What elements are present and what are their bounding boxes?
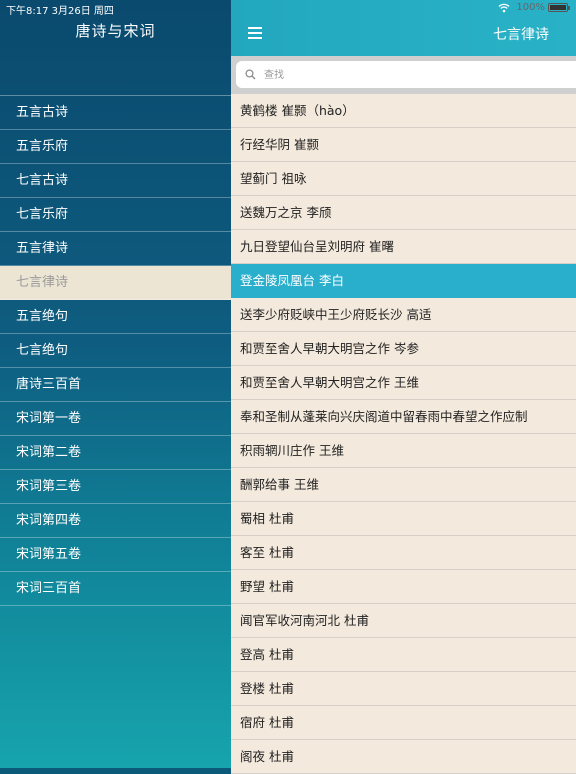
sidebar-item[interactable]: 唐诗三百首 [0,368,231,402]
list-item[interactable]: 和贾至舍人早朝大明宫之作 岑参 [231,332,576,366]
battery-indicator: 100% [516,2,570,13]
sidebar: 唐诗与宋词 五言古诗 五言乐府 七言古诗 七言乐府 五言律诗 七言律诗 五言绝句… [0,0,231,768]
list-item[interactable]: 行经华阴 崔颢 [231,128,576,162]
list-item[interactable]: 和贾至舍人早朝大明宫之作 王维 [231,366,576,400]
sidebar-item[interactable]: 宋词三百首 [0,572,231,606]
list-item[interactable]: 黄鹤楼 崔颢（hào） [231,94,576,128]
sidebar-title: 唐诗与宋词 [75,22,156,40]
sidebar-menu: 五言古诗 五言乐府 七言古诗 七言乐府 五言律诗 七言律诗 五言绝句 七言绝句 … [0,95,231,606]
nav-title: 七言律诗 [493,27,549,43]
battery-percent: 100% [516,2,545,13]
sidebar-item[interactable]: 宋词第一卷 [0,402,231,436]
status-time-date: 下午8:17 3月26日 周四 [6,6,114,17]
list-item[interactable]: 登楼 杜甫 [231,672,576,706]
sidebar-item[interactable]: 五言古诗 [0,96,231,130]
list-item[interactable]: 登高 杜甫 [231,638,576,672]
list-item[interactable]: 阁夜 杜甫 [231,740,576,774]
hamburger-menu-icon[interactable] [248,27,262,39]
list-item[interactable]: 蜀相 杜甫 [231,502,576,536]
sidebar-item[interactable]: 宋词第二卷 [0,436,231,470]
list-item[interactable]: 积雨辋川庄作 王维 [231,434,576,468]
poem-list: 黄鹤楼 崔颢（hào） 行经华阴 崔颢 望蓟门 祖咏 送魏万之京 李颀 九日登望… [231,94,576,774]
list-item[interactable]: 九日登望仙台呈刘明府 崔曙 [231,230,576,264]
battery-icon [548,3,570,12]
list-item[interactable]: 送魏万之京 李颀 [231,196,576,230]
list-item[interactable]: 宿府 杜甫 [231,706,576,740]
sidebar-item[interactable]: 宋词第三卷 [0,470,231,504]
sidebar-item[interactable]: 五言绝句 [0,300,231,334]
sidebar-item[interactable]: 五言律诗 [0,232,231,266]
list-item[interactable]: 野望 杜甫 [231,570,576,604]
wifi-icon [498,3,510,12]
sidebar-item[interactable]: 宋词第四卷 [0,504,231,538]
search-input[interactable] [262,64,566,87]
list-item[interactable]: 客至 杜甫 [231,536,576,570]
poem-panel: 七言律诗 黄鹤楼 崔颢（hào） 行经华阴 崔颢 望蓟门 祖咏 送魏万之京 李颀… [231,0,576,774]
status-bar: 下午8:17 3月26日 周四 100% [0,0,576,17]
sidebar-item-active[interactable]: 七言律诗 [0,266,231,300]
search-icon [245,69,256,80]
sidebar-item[interactable]: 七言古诗 [0,164,231,198]
status-right-group: 100% [498,2,570,13]
sidebar-item[interactable]: 五言乐府 [0,130,231,164]
sidebar-item[interactable]: 七言绝句 [0,334,231,368]
search-box[interactable] [236,61,576,88]
list-item[interactable]: 奉和圣制从蓬莱向兴庆阁道中留春雨中春望之作应制 [231,400,576,434]
list-item[interactable]: 望蓟门 祖咏 [231,162,576,196]
list-item[interactable]: 送李少府贬峡中王少府贬长沙 高适 [231,298,576,332]
list-item[interactable]: 闻官军收河南河北 杜甫 [231,604,576,638]
sidebar-item[interactable]: 七言乐府 [0,198,231,232]
search-bar [231,56,576,94]
list-item-selected[interactable]: 登金陵凤凰台 李白 [231,264,576,298]
sidebar-item[interactable]: 宋词第五卷 [0,538,231,572]
list-item[interactable]: 酬郭给事 王维 [231,468,576,502]
